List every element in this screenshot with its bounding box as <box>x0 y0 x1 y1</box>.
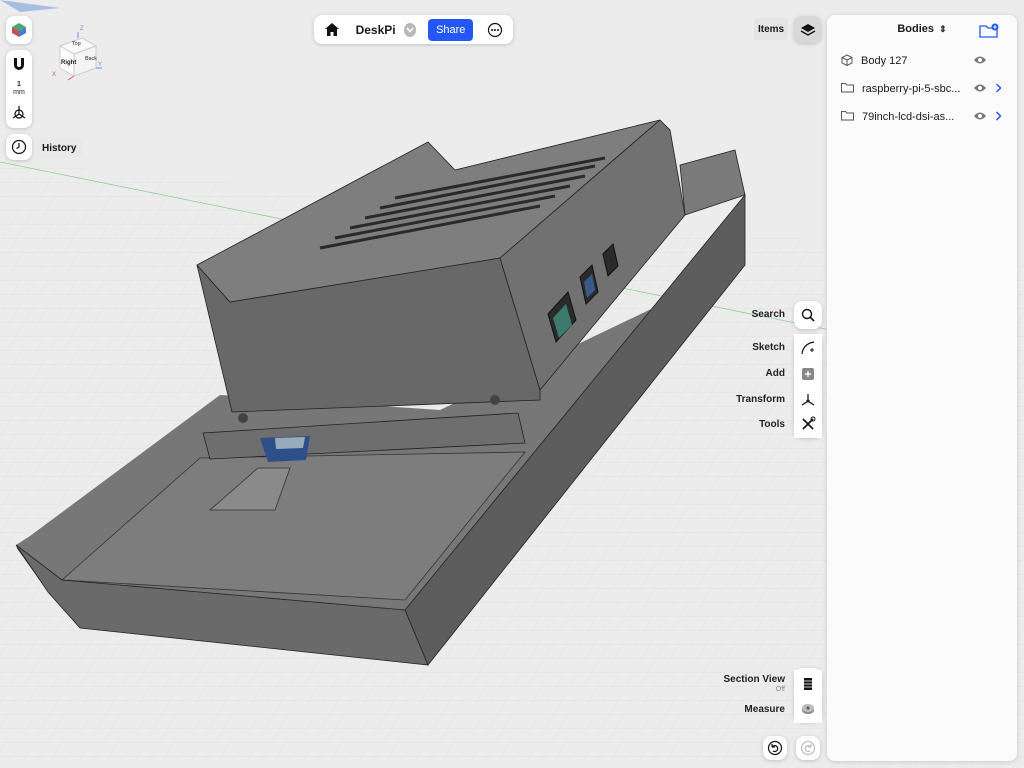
chevron-right-icon[interactable] <box>995 82 1002 96</box>
search-button[interactable] <box>794 301 822 329</box>
list-item-label: raspberry-pi-5-sbc... <box>862 83 961 95</box>
transform-label[interactable]: Transform <box>725 394 785 405</box>
sketch-curve-icon <box>801 341 815 355</box>
section-view-icon <box>804 678 812 690</box>
search-label[interactable]: Search <box>735 309 785 320</box>
view-cube-face-right[interactable]: Right <box>61 60 76 66</box>
appearance-cube-icon <box>12 23 26 37</box>
units-label[interactable]: mm <box>6 89 32 96</box>
clock-icon <box>11 139 27 155</box>
add-folder-icon[interactable] <box>979 23 999 44</box>
view-cube[interactable]: Right Top Back X Y Z <box>52 26 108 82</box>
home-icon[interactable] <box>322 19 342 41</box>
undo-button[interactable] <box>763 736 787 760</box>
undo-icon <box>767 740 783 756</box>
history-button[interactable] <box>6 134 32 160</box>
redo-button[interactable] <box>796 736 820 760</box>
snap-units-tools: 1 mm <box>6 50 32 128</box>
bodies-panel: Bodies ⇕ Body 127 raspberry-pi-5-sbc... … <box>827 15 1017 761</box>
view-cube-axis-x: X <box>52 72 57 78</box>
tools-label[interactable]: Tools <box>735 419 785 430</box>
magnet-icon[interactable] <box>11 56 27 77</box>
eye-icon[interactable] <box>973 111 987 124</box>
list-item-body-127[interactable]: Body 127 <box>841 51 1011 71</box>
list-item-lcd-dsi[interactable]: 79inch-lcd-dsi-as... <box>841 107 1011 127</box>
ellipsis-icon[interactable] <box>485 19 505 41</box>
section-view-label[interactable]: Section View <box>715 674 785 685</box>
add-button[interactable] <box>794 360 822 388</box>
items-label[interactable]: Items <box>754 18 789 40</box>
add-label[interactable]: Add <box>735 368 785 379</box>
view-cube-face-back[interactable]: Back <box>85 56 97 62</box>
section-view-state: Off <box>775 686 785 693</box>
tape-measure-icon <box>802 704 814 714</box>
units-value[interactable]: 1 <box>6 81 32 88</box>
chevron-down-icon[interactable] <box>403 22 417 37</box>
redo-icon <box>800 740 816 756</box>
view-cube-axis-z: Z <box>80 26 84 32</box>
share-button[interactable]: Share <box>428 18 474 41</box>
eye-icon[interactable] <box>973 83 987 96</box>
sketch-label[interactable]: Sketch <box>735 342 785 353</box>
section-view-button[interactable] <box>794 670 822 698</box>
layers-icon <box>800 23 815 36</box>
transform-axes-icon <box>801 394 815 406</box>
chevron-right-icon[interactable] <box>995 110 1002 124</box>
history-label[interactable]: History <box>36 138 83 158</box>
items-layers-button[interactable] <box>794 16 821 43</box>
measure-label[interactable]: Measure <box>735 704 785 715</box>
list-item-raspberry-pi[interactable]: raspberry-pi-5-sbc... <box>841 79 1011 99</box>
sketch-button[interactable] <box>794 334 822 362</box>
appearance-tool[interactable] <box>6 16 32 44</box>
search-icon <box>801 308 815 322</box>
wrench-icon <box>802 416 816 430</box>
pivot-icon[interactable] <box>11 105 27 126</box>
sort-chevrons-icon: ⇕ <box>939 24 947 34</box>
cube-icon <box>841 53 853 69</box>
view-cube-face-top[interactable]: Top <box>72 41 81 47</box>
folder-icon <box>841 82 854 96</box>
measure-button[interactable] <box>794 695 822 723</box>
list-item-label: Body 127 <box>861 55 908 67</box>
add-plus-icon <box>802 368 814 380</box>
eye-icon[interactable] <box>973 55 987 68</box>
view-cube-axis-y: Y <box>98 62 103 68</box>
document-toolbar: DeskPi Share <box>314 15 513 44</box>
list-item-label: 79inch-lcd-dsi-as... <box>862 111 955 123</box>
folder-icon <box>841 110 854 124</box>
document-title[interactable]: DeskPi <box>356 23 396 37</box>
tools-button[interactable] <box>794 410 822 438</box>
